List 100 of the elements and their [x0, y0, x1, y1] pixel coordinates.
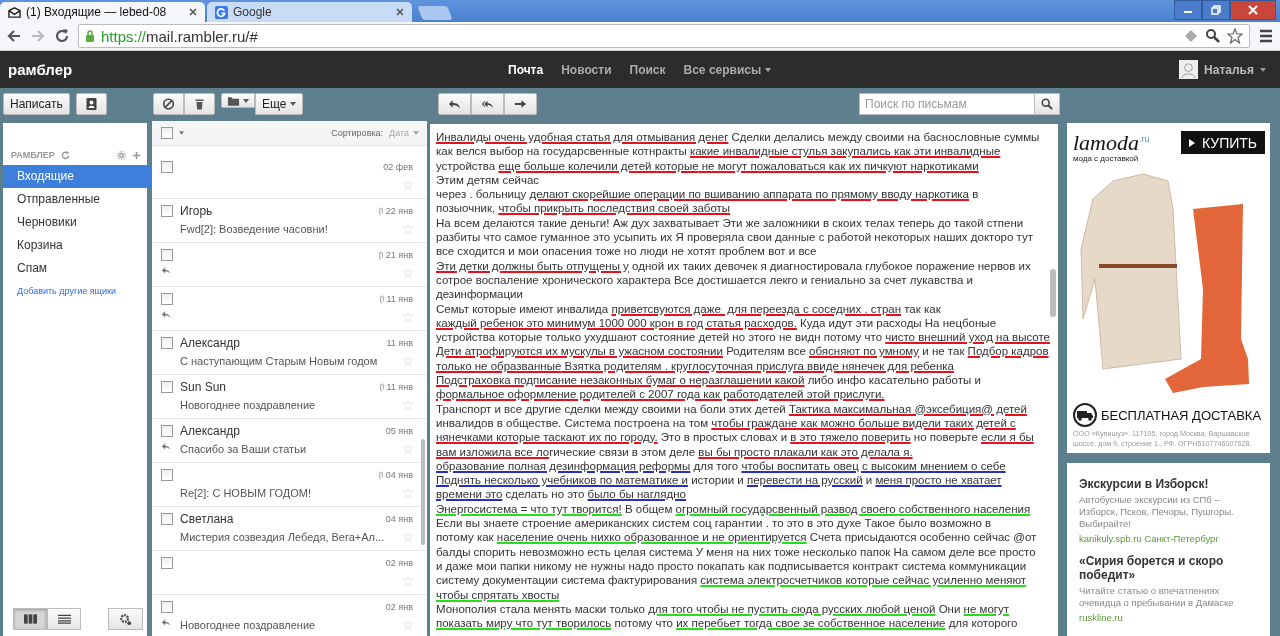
- settings-button[interactable]: [108, 608, 143, 630]
- refresh-icon[interactable]: [60, 150, 70, 160]
- nav-link[interactable]: Все сервисы: [683, 62, 772, 77]
- move-to-folder-button[interactable]: [221, 93, 255, 108]
- message-checkbox[interactable]: [161, 249, 173, 261]
- message-subject: Новогоднее поздравление: [180, 399, 316, 411]
- menu-icon[interactable]: [1258, 28, 1274, 44]
- message-checkbox[interactable]: [161, 205, 173, 217]
- user-menu[interactable]: Наталья: [1179, 60, 1266, 79]
- message-checkbox[interactable]: [161, 557, 173, 569]
- message-text-line: чтобы спрятать хвосты: [436, 588, 560, 603]
- settings-icon[interactable]: [117, 150, 126, 160]
- message-text-line: Монополия стала менять маски только для того чтобы не пустить сюда русских любой ценой Они не могут: [436, 602, 1010, 617]
- message-subject: Новогоднее поздравление: [180, 619, 316, 631]
- block-icon: [162, 98, 175, 110]
- message-date: 11 янв: [386, 294, 413, 304]
- folder-item[interactable]: Черновики: [3, 211, 147, 234]
- forward-icon[interactable]: [30, 28, 46, 44]
- close-button[interactable]: [1230, 0, 1276, 20]
- block-button[interactable]: [153, 93, 184, 115]
- message-row[interactable]: 21 янв: [152, 243, 427, 287]
- ad-link[interactable]: kanikuly.spb.ru Санкт-Петербург: [1079, 533, 1258, 545]
- forward-button[interactable]: [504, 93, 537, 115]
- folder-item[interactable]: Отправленные: [3, 188, 147, 211]
- search-icon: [1041, 98, 1053, 110]
- message-date: 04 янв: [385, 514, 413, 524]
- message-checkbox[interactable]: [161, 337, 173, 349]
- message-subject: С наступающим Старым Новым годом: [180, 355, 378, 367]
- message-text-line: и даже мои папки никому не нужны надо просто покапать как подписывается контракт система коммуникации: [436, 559, 1027, 574]
- star-icon[interactable]: [1227, 28, 1243, 44]
- zoom-icon[interactable]: [1205, 28, 1221, 44]
- ad-title[interactable]: «Сирия борется и скоро победит»: [1079, 554, 1258, 583]
- message-text-line: систему документации система фактурирования система электросчетчиков которые сейчас усиленно меняют: [436, 574, 1027, 589]
- scrollbar-thumb[interactable]: [421, 439, 425, 545]
- sender-name: Александр: [180, 336, 241, 350]
- message-date: 02 янв: [385, 558, 413, 568]
- message-text-line: времени это сделать но это было бы наглядно: [436, 488, 686, 503]
- select-all-checkbox[interactable]: [161, 127, 173, 139]
- mail-search-field[interactable]: Поиск по письмам: [859, 93, 1034, 115]
- envelope-icon: [8, 5, 21, 19]
- contacts-button[interactable]: [75, 93, 107, 115]
- message-checkbox[interactable]: [161, 293, 173, 305]
- back-icon[interactable]: [6, 28, 22, 44]
- restore-button[interactable]: [1202, 0, 1230, 20]
- message-checkbox[interactable]: [161, 601, 173, 613]
- caret-icon: [765, 67, 772, 72]
- caret-icon: [290, 102, 297, 106]
- address-field[interactable]: https://mail.rambler.ru/#: [78, 24, 1250, 48]
- message-text-line: Семьт которые имеют инвалида приветсвуются даже для переезда с соседних . стран так как: [436, 302, 941, 317]
- extension-icon[interactable]: [1183, 28, 1199, 44]
- ad-title[interactable]: Экскурсии в Изборск!: [1079, 477, 1258, 492]
- message-checkbox[interactable]: [161, 425, 173, 437]
- close-icon[interactable]: [189, 8, 197, 16]
- browser-tab[interactable]: Google: [207, 2, 412, 22]
- delete-button[interactable]: [184, 93, 215, 115]
- compose-button[interactable]: Написать: [3, 93, 70, 115]
- sender-name: Sun Sun: [180, 380, 227, 394]
- message-text-line: нянечками которые таскают их по городу. Это в простых словах и в это тяжело поверить но поверьте если я бы: [436, 431, 1034, 446]
- close-icon[interactable]: [396, 8, 404, 16]
- message-row[interactable]: 02 янв: [152, 551, 427, 595]
- message-row[interactable]: 11 янв: [152, 287, 427, 331]
- new-tab-button[interactable]: [417, 6, 453, 20]
- message-row[interactable]: 02 янв Новогоднее поздравление: [152, 595, 427, 636]
- avatar-icon: [1179, 60, 1199, 79]
- ad-link[interactable]: ruskline.ru: [1079, 612, 1258, 624]
- message-text-line: образование полная дезинформация реформы для того чтобы воспитать овец с высоким мнением о себе: [436, 459, 1006, 474]
- nav-link[interactable]: Почта: [508, 62, 544, 77]
- list-view-button[interactable]: [47, 608, 81, 630]
- reload-icon[interactable]: [54, 28, 70, 44]
- browser-tab[interactable]: (1) Входящие — lebed-08: [0, 2, 205, 22]
- message-checkbox[interactable]: [161, 161, 173, 173]
- more-button[interactable]: Еще: [255, 93, 304, 115]
- message-checkbox[interactable]: [161, 469, 173, 481]
- message-text-line: показать миру что тут творилось потому что их перебьет тогда свое зе собственное население для которого: [436, 617, 1018, 632]
- sender-name: Александр: [180, 424, 241, 438]
- message-row[interactable]: Sun Sun 11 янв Новогоднее поздравление: [152, 375, 427, 419]
- message-row[interactable]: 02 фев: [152, 155, 427, 199]
- brand-tagline: мода с доставкой: [1073, 154, 1139, 164]
- reply-all-button[interactable]: [471, 93, 504, 115]
- message-date: 05 янв: [385, 426, 413, 436]
- folder-item[interactable]: Спам: [3, 257, 147, 280]
- scrollbar-thumb[interactable]: [1050, 269, 1056, 317]
- buy-button[interactable]: КУПИТЬ: [1180, 131, 1265, 154]
- add-mailbox-link[interactable]: Добавить другие ящики: [3, 280, 147, 302]
- nav-link[interactable]: Поиск: [629, 62, 666, 77]
- folder-item[interactable]: Входящие: [3, 165, 151, 188]
- site-logo[interactable]: рамблер: [8, 61, 508, 78]
- message-row[interactable]: Александр 11 янв С наступающим Старым Новым годом: [152, 331, 427, 375]
- caret-icon[interactable]: [179, 131, 184, 135]
- message-row[interactable]: Игорь 22 янв Fwd[2]: Возведение часовни!: [152, 199, 427, 243]
- minimize-button[interactable]: [1174, 0, 1202, 20]
- search-button[interactable]: [1034, 93, 1060, 115]
- reply-button[interactable]: [438, 93, 471, 115]
- add-icon[interactable]: [132, 150, 141, 160]
- nav-link[interactable]: Новости: [561, 62, 612, 77]
- folder-item[interactable]: Корзина: [3, 234, 147, 257]
- column-view-button[interactable]: [13, 608, 47, 630]
- message-checkbox[interactable]: [161, 513, 173, 525]
- message-date: 11 янв: [386, 382, 413, 392]
- message-checkbox[interactable]: [161, 381, 173, 393]
